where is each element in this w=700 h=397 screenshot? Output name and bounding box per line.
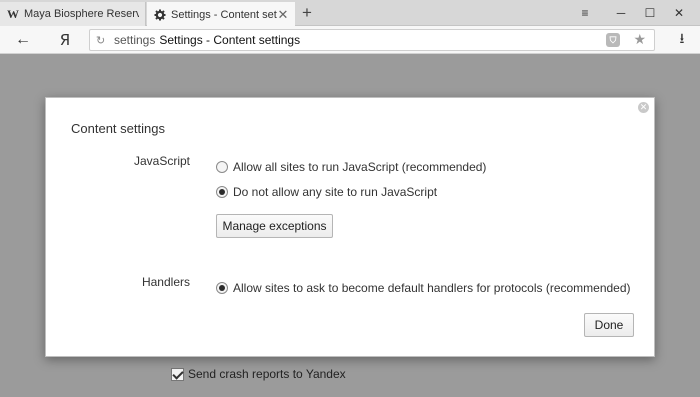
js-block-option[interactable]: Do not allow any site to run JavaScript [216, 185, 437, 199]
tab-title: Settings - Content setting [171, 8, 277, 21]
crash-reports-label: Send crash reports to Yandex [188, 367, 346, 381]
tab-close-icon[interactable]: ✕ [277, 7, 289, 23]
maximize-icon[interactable]: ☐ [639, 4, 661, 22]
dialog-title: Content settings [71, 121, 165, 136]
window-close-icon[interactable]: ✕ [668, 4, 690, 22]
manage-exceptions-button[interactable]: Manage exceptions [216, 214, 333, 238]
yandex-logo-icon[interactable]: Я [54, 30, 76, 50]
wikipedia-icon: W [7, 6, 19, 21]
address-scheme: settings [114, 33, 156, 47]
back-icon[interactable]: ← [12, 30, 34, 50]
handlers-allow-radio[interactable] [216, 282, 228, 294]
download-icon[interactable]: ⭳ [671, 30, 693, 50]
js-allow-radio[interactable] [216, 161, 228, 173]
minimize-icon[interactable]: ─ [610, 4, 632, 22]
tab-strip: W Maya Biosphere Reserve - W Settings - … [0, 0, 700, 27]
crash-reports-checkbox[interactable] [171, 367, 184, 381]
js-block-radio[interactable] [216, 186, 228, 198]
done-button[interactable]: Done [584, 313, 634, 337]
js-allow-option[interactable]: Allow all sites to run JavaScript (recom… [216, 160, 486, 174]
tab-content-settings[interactable]: Settings - Content setting ✕ [147, 2, 295, 27]
address-page-title: Settings - Content settings [159, 33, 301, 47]
handlers-allow-option[interactable]: Allow sites to ask to become default han… [216, 281, 631, 295]
menu-icon[interactable]: ≡ [574, 4, 596, 22]
tab-maya-biosphere[interactable]: W Maya Biosphere Reserve - W [0, 2, 146, 26]
handlers-section-label: Handlers [141, 275, 190, 289]
reload-icon[interactable]: ↻ [96, 34, 110, 47]
handlers-allow-label: Allow sites to ask to become default han… [233, 281, 631, 295]
crash-reports-option: Send crash reports to Yandex [171, 367, 346, 381]
tab-title: Maya Biosphere Reserve - W [24, 8, 139, 20]
javascript-section-label: JavaScript [133, 154, 190, 168]
content-settings-dialog: ✕ Content settings JavaScript Allow all … [45, 97, 655, 357]
js-allow-label: Allow all sites to run JavaScript (recom… [233, 160, 487, 174]
address-toolbar: ← Я ↻ settings Settings - Content settin… [0, 26, 700, 54]
address-bar[interactable]: ↻ settings Settings - Content settings ⛉… [89, 29, 655, 51]
bookmark-star-icon[interactable]: ★ [633, 31, 646, 48]
protect-shield-icon[interactable]: ⛉ [606, 33, 620, 47]
dialog-close-icon[interactable]: ✕ [638, 102, 649, 113]
js-block-label: Do not allow any site to run JavaScript [233, 185, 438, 199]
new-tab-button[interactable]: + [298, 3, 316, 22]
gear-icon [153, 8, 167, 22]
